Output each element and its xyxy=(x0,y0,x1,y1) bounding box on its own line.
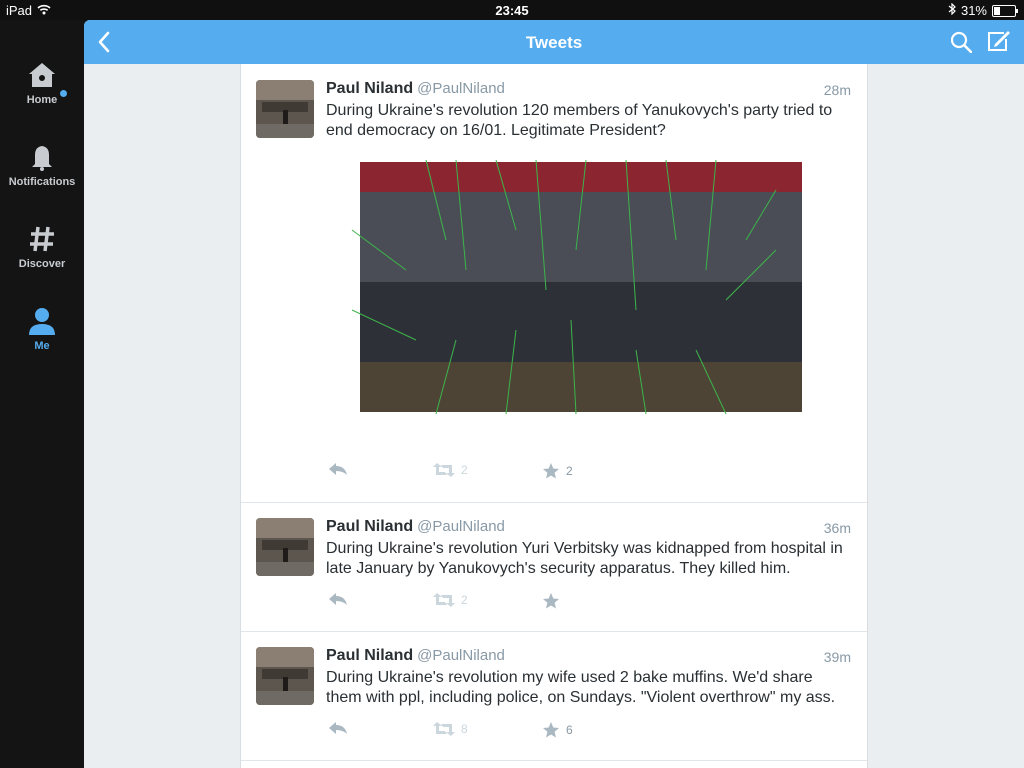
tweet[interactable]: Paul Niland @PaulNiland 39m During Ukrain… xyxy=(241,631,867,761)
reply-icon[interactable] xyxy=(328,592,348,606)
retweet-icon xyxy=(433,463,455,477)
sidebar-item-label: Notifications xyxy=(8,176,76,188)
tweet-author[interactable]: Paul Niland @PaulNiland xyxy=(326,647,505,665)
tweet-actions: 2 2 xyxy=(328,462,628,482)
tweet-author[interactable]: Paul Niland @PaulNiland xyxy=(326,518,505,536)
reply-icon[interactable] xyxy=(328,721,348,735)
tweet-text: During Ukraine's revolution Yuri Verbits… xyxy=(326,540,843,577)
sidebar-item-label: Me xyxy=(34,340,50,352)
retweet-count: 8 xyxy=(461,722,468,736)
page-title: Tweets xyxy=(525,33,583,52)
tweet-text: During Ukraine's revolution 120 members … xyxy=(326,102,833,139)
favorite-count: 6 xyxy=(566,723,573,737)
retweet-icon xyxy=(433,722,455,736)
sidebar: Home Notifications Discover Me xyxy=(0,20,84,768)
author-name: Paul Niland xyxy=(326,647,414,664)
battery-percent: 31% xyxy=(960,3,987,18)
tweet-media-photo[interactable] xyxy=(346,150,816,424)
notification-dot xyxy=(60,90,67,97)
tweet-timestamp: 28m xyxy=(823,82,851,98)
tweet-actions: 8 6 xyxy=(328,721,628,741)
tweet-timestamp: 36m xyxy=(823,520,851,536)
search-icon[interactable] xyxy=(950,31,973,58)
tweet-timestamp: 39m xyxy=(823,649,851,665)
retweet-button[interactable]: 8 xyxy=(433,721,468,737)
top-bar: Tweets xyxy=(84,20,1024,64)
sidebar-item-home[interactable]: Home xyxy=(0,54,84,106)
favorite-button[interactable]: 6 xyxy=(542,721,573,739)
retweet-icon xyxy=(433,593,455,607)
author-name: Paul Niland xyxy=(326,80,414,97)
timeline[interactable]: Paul Niland @PaulNiland 28m During Ukrain… xyxy=(240,64,868,768)
home-icon xyxy=(0,54,84,90)
favorite-count: 2 xyxy=(566,464,573,478)
bluetooth-icon xyxy=(948,2,956,18)
tweet-text: During Ukraine's revolution my wife used… xyxy=(326,669,836,706)
avatar[interactable] xyxy=(256,518,314,576)
star-icon xyxy=(543,593,559,609)
bell-icon xyxy=(0,136,84,172)
sidebar-item-me[interactable]: Me xyxy=(0,300,84,352)
sidebar-item-discover[interactable]: Discover xyxy=(0,218,84,270)
author-handle: @PaulNiland xyxy=(417,80,505,97)
person-icon xyxy=(0,300,84,336)
status-time: 23:45 xyxy=(495,3,529,18)
star-icon xyxy=(543,463,559,479)
favorite-button[interactable] xyxy=(542,592,566,610)
battery-level xyxy=(994,6,1000,15)
retweet-count: 2 xyxy=(461,593,468,607)
tweet-actions: 2 xyxy=(328,592,628,612)
tweet[interactable]: Paul Niland @PaulNiland 36m During Ukrain… xyxy=(241,502,867,632)
battery-icon xyxy=(992,4,1018,17)
avatar[interactable] xyxy=(256,80,314,138)
main-panel: Tweets Paul Niland @PaulNiland 28m During… xyxy=(84,20,1024,768)
compose-icon[interactable] xyxy=(986,29,1010,58)
status-bar: iPad 23:45 31% xyxy=(0,0,1024,20)
retweet-button[interactable]: 2 xyxy=(433,592,468,608)
author-name: Paul Niland xyxy=(326,518,414,535)
sidebar-item-label: Discover xyxy=(18,258,66,270)
star-icon xyxy=(543,722,559,738)
avatar[interactable] xyxy=(256,647,314,705)
hashtag-icon xyxy=(0,218,84,254)
sidebar-item-label: Home xyxy=(26,94,58,106)
retweet-count: 2 xyxy=(461,463,468,477)
reply-icon[interactable] xyxy=(328,462,348,476)
tweet-author[interactable]: Paul Niland @PaulNiland xyxy=(326,80,505,98)
favorite-button[interactable]: 2 xyxy=(542,462,573,480)
author-handle: @PaulNiland xyxy=(417,647,505,664)
tweet[interactable]: Paul Niland @PaulNiland 28m During Ukrain… xyxy=(241,64,867,503)
author-handle: @PaulNiland xyxy=(417,518,505,535)
sidebar-item-notifications[interactable]: Notifications xyxy=(0,136,84,188)
retweet-button[interactable]: 2 xyxy=(433,462,468,478)
